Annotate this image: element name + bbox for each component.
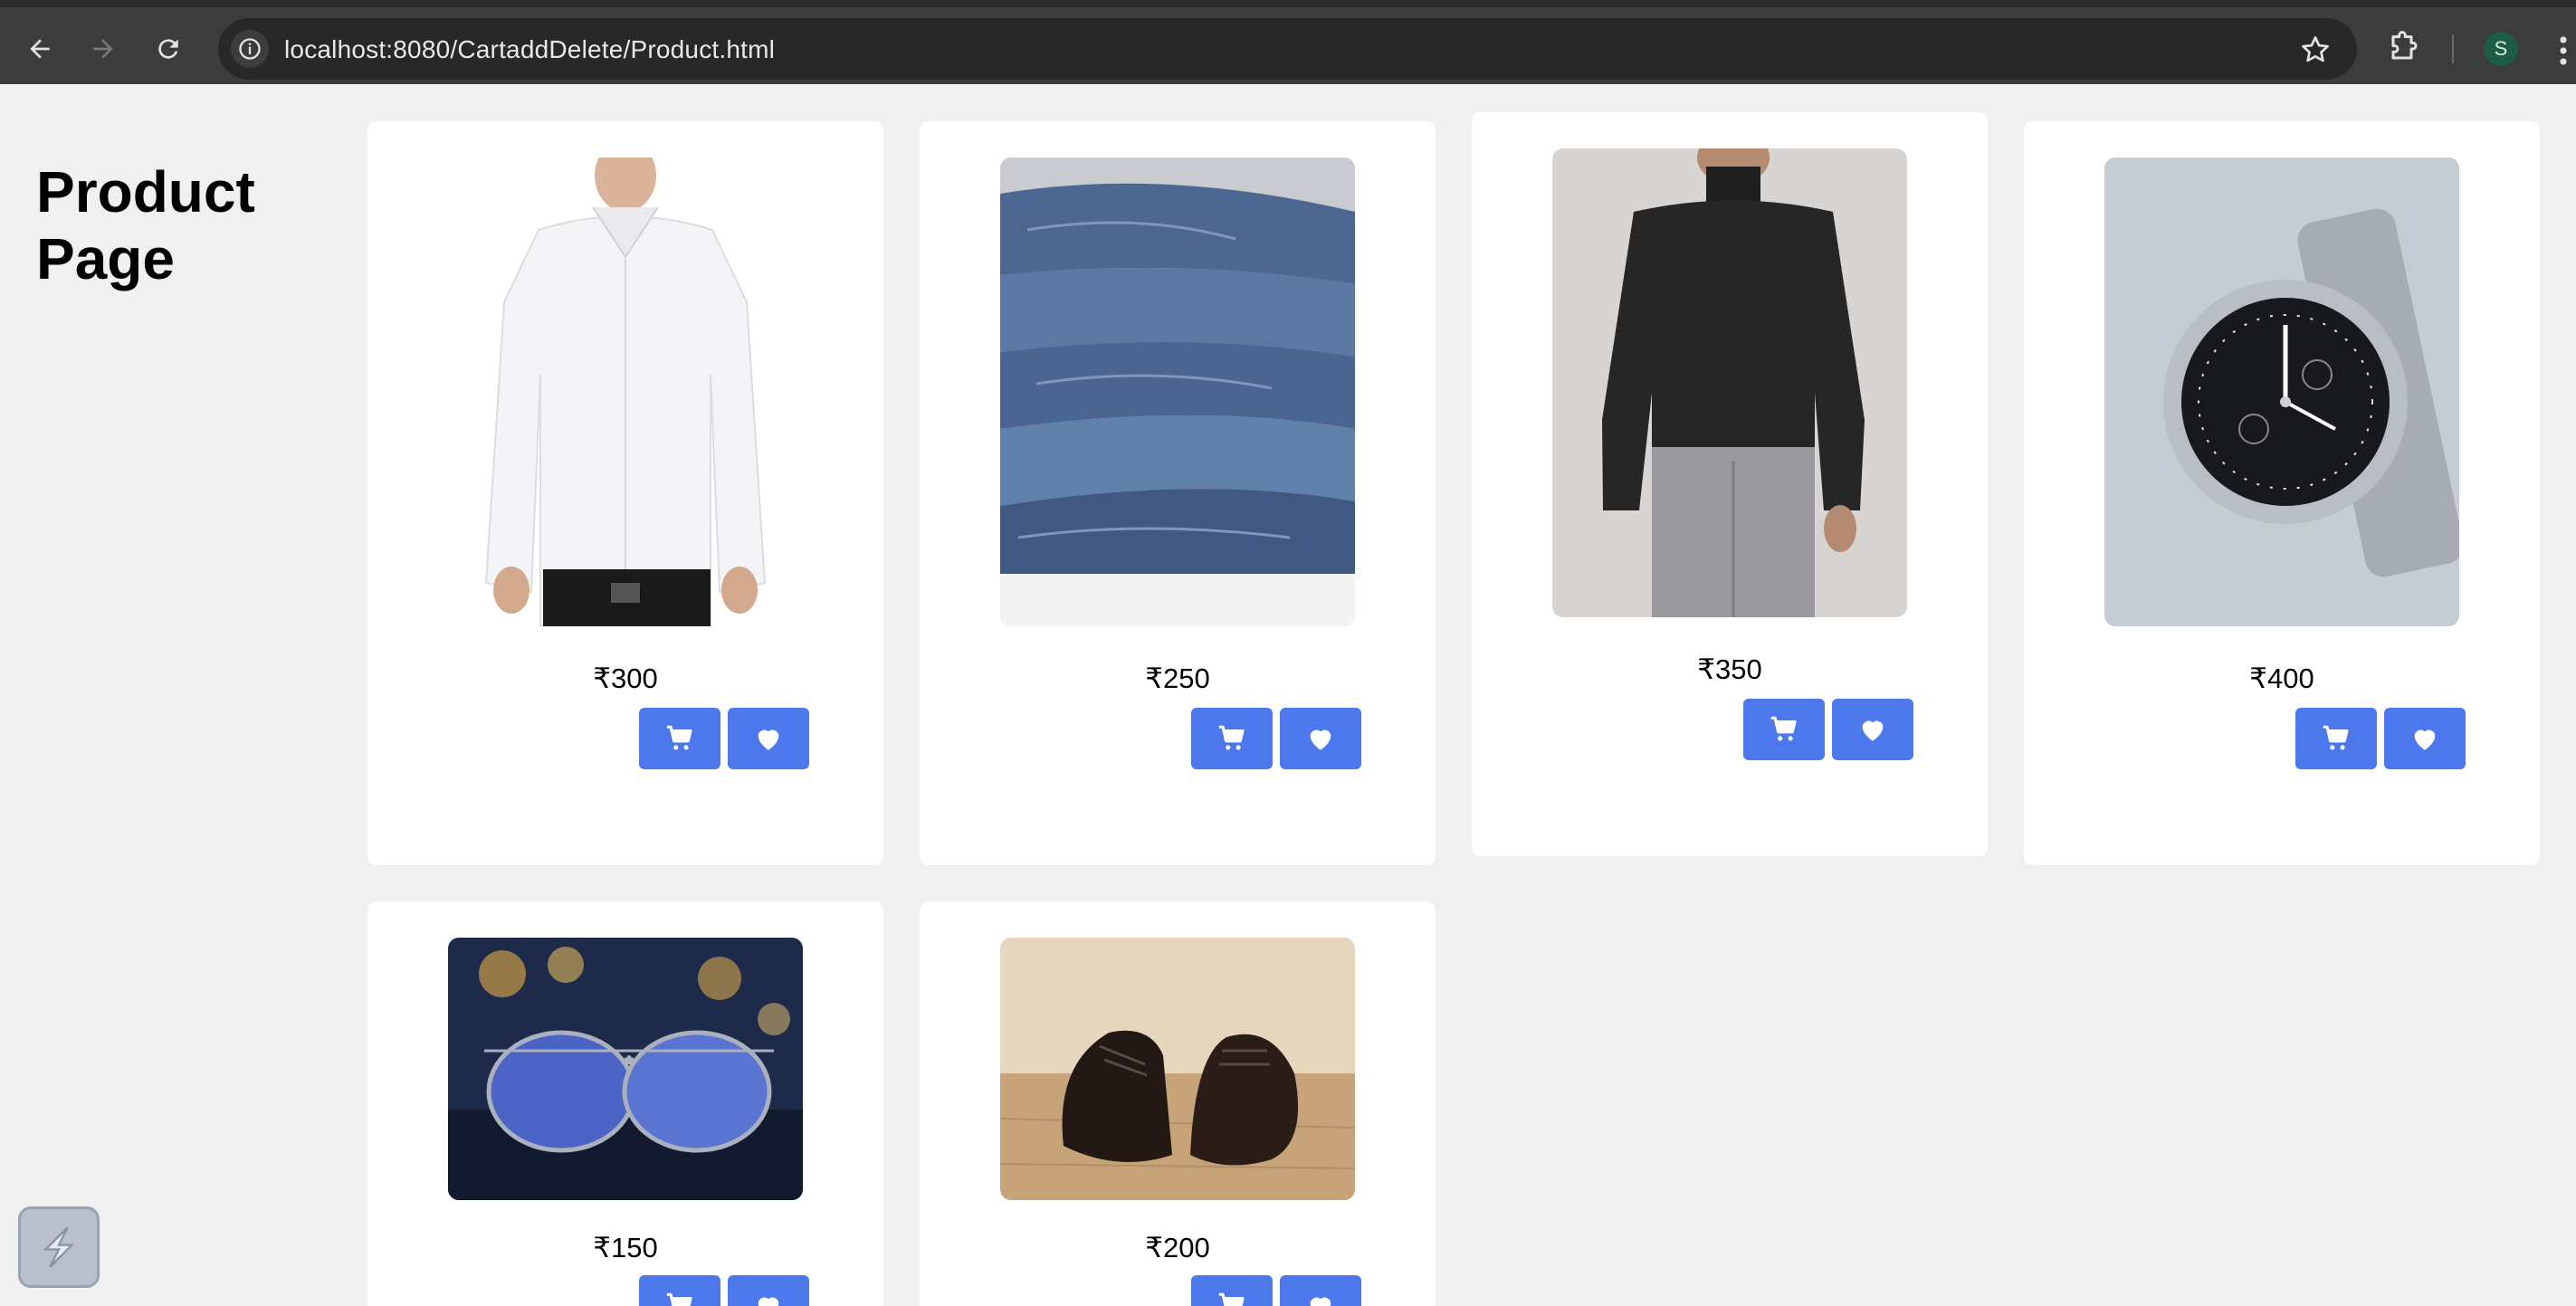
shopping-cart-icon <box>1770 716 1797 741</box>
product-image-shoes <box>1000 938 1355 1200</box>
product-price: ₹200 <box>1145 1232 1210 1263</box>
heart-icon <box>758 1297 779 1306</box>
url-text[interactable]: localhost:8080/CartaddDelete/Product.htm… <box>284 35 775 64</box>
bookmark-star-icon[interactable] <box>2299 33 2332 66</box>
shopping-cart-icon <box>1218 1292 1245 1306</box>
product-image-shirt <box>448 157 803 626</box>
browser-toolbar: localhost:8080/CartaddDelete/Product.htm… <box>0 0 2576 84</box>
heart-icon <box>1862 720 1884 741</box>
more-menu-icon[interactable] <box>2558 34 2569 67</box>
product-card-shirt: ₹300 <box>367 121 883 865</box>
product-card-jeans: ₹250 <box>920 121 1436 865</box>
product-card-turtleneck: ₹350 <box>1472 112 1988 856</box>
product-price: ₹400 <box>2249 663 2314 694</box>
add-to-wishlist-button[interactable] <box>728 1275 809 1306</box>
add-to-cart-button[interactable] <box>1191 708 1273 769</box>
extensions-puzzle-icon[interactable] <box>2384 31 2420 67</box>
heart-icon <box>1310 729 1331 750</box>
back-button[interactable] <box>14 24 65 74</box>
add-to-cart-button[interactable] <box>639 708 720 769</box>
add-to-wishlist-button[interactable] <box>1832 699 1913 760</box>
site-info-icon[interactable] <box>231 30 269 68</box>
product-card-sunglasses: ₹150 <box>367 901 883 1306</box>
arrow-right-icon <box>93 39 113 59</box>
product-price: ₹300 <box>593 663 658 694</box>
add-to-wishlist-button[interactable] <box>1280 708 1361 769</box>
product-price: ₹250 <box>1145 663 1210 694</box>
address-bar[interactable]: localhost:8080/CartaddDelete/Product.htm… <box>218 18 2357 80</box>
product-image-watch <box>2104 157 2459 626</box>
shopping-cart-icon <box>2323 725 2349 750</box>
heart-icon <box>2414 729 2436 750</box>
page-title: Product Page <box>36 159 255 291</box>
add-to-cart-button[interactable] <box>2295 708 2377 769</box>
arrow-left-icon <box>30 39 50 59</box>
product-image-turtleneck <box>1552 148 1907 617</box>
product-card-watch: ₹400 <box>2024 121 2540 865</box>
add-to-cart-button[interactable] <box>1743 699 1825 760</box>
heart-icon <box>758 729 779 750</box>
add-to-cart-button[interactable] <box>639 1275 720 1306</box>
add-to-wishlist-button[interactable] <box>2384 708 2466 769</box>
add-to-wishlist-button[interactable] <box>728 708 809 769</box>
product-card-shoes: ₹200 <box>920 901 1436 1306</box>
add-to-wishlist-button[interactable] <box>1280 1275 1361 1306</box>
shopping-cart-icon <box>1218 725 1245 750</box>
forward-button[interactable] <box>78 24 129 74</box>
lightning-logo-icon <box>43 1226 75 1268</box>
toolbar-divider <box>2452 34 2454 63</box>
shopping-cart-icon <box>666 1292 692 1306</box>
profile-avatar[interactable]: S <box>2484 32 2518 66</box>
heart-icon <box>1310 1297 1331 1306</box>
reload-icon <box>158 39 178 59</box>
reload-button[interactable] <box>143 24 194 74</box>
shopping-cart-icon <box>666 725 692 750</box>
product-image-sunglasses <box>448 938 803 1200</box>
product-image-jeans <box>1000 157 1355 626</box>
product-price: ₹350 <box>1697 653 1762 685</box>
floating-extension-button[interactable] <box>18 1206 100 1288</box>
product-price: ₹150 <box>593 1232 658 1263</box>
add-to-cart-button[interactable] <box>1191 1275 1273 1306</box>
